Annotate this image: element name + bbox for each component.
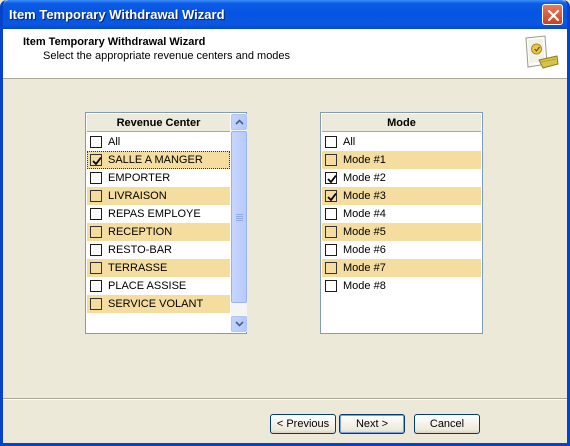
revenue-center-item-label: LIVRAISON	[108, 190, 167, 202]
mode-list-item[interactable]: Mode #4	[322, 205, 481, 223]
mode-list-item[interactable]: Mode #2	[322, 169, 481, 187]
revenue-center-item-label: RESTO-BAR	[108, 244, 172, 256]
revenue-center-list-item[interactable]: All	[87, 133, 230, 151]
mode-item-label: Mode #3	[343, 190, 386, 202]
mode-item-label: Mode #5	[343, 226, 386, 238]
mode-item-label: Mode #2	[343, 172, 386, 184]
title-bar[interactable]: Item Temporary Withdrawal Wizard	[3, 0, 567, 29]
revenue-center-list-item[interactable]: REPAS EMPLOYE	[87, 205, 230, 223]
chevron-down-icon	[235, 321, 244, 327]
revenue-center-list-item[interactable]: RECEPTION	[87, 223, 230, 241]
mode-checkbox[interactable]	[325, 172, 337, 184]
mode-list[interactable]: Mode All Mode #1 Mode #2 Mode #3 Mode #4 Mode…	[320, 112, 483, 334]
mode-checkbox[interactable]	[325, 244, 337, 256]
revenue-center-checkbox[interactable]	[90, 208, 102, 220]
revenue-center-item-label: RECEPTION	[108, 226, 173, 238]
revenue-center-item-label: All	[108, 136, 121, 148]
mode-item-label: Mode #1	[343, 154, 386, 166]
mode-checkbox[interactable]	[325, 262, 337, 274]
mode-item-label: All	[343, 136, 356, 148]
mode-item-label: Mode #7	[343, 262, 386, 274]
mode-list-item[interactable]: Mode #1	[322, 151, 481, 169]
close-button[interactable]	[542, 4, 563, 25]
mode-header[interactable]: Mode	[322, 114, 481, 132]
check-icon	[92, 156, 102, 166]
revenue-center-list[interactable]: Revenue Center All SALLE A MANGER EMPORTER…	[85, 112, 247, 334]
revenue-center-checkbox[interactable]	[90, 262, 102, 274]
check-icon	[327, 192, 337, 202]
cancel-button[interactable]: Cancel	[414, 414, 480, 434]
revenue-center-item-label: SALLE A MANGER	[108, 154, 203, 166]
mode-rows: All Mode #1 Mode #2 Mode #3 Mode #4 Mode #5 Mo…	[322, 133, 481, 333]
mode-item-label: Mode #4	[343, 208, 386, 220]
page-title: Item Temporary Withdrawal Wizard	[23, 36, 206, 48]
chevron-up-icon	[235, 119, 244, 125]
close-icon	[547, 9, 560, 22]
next-button[interactable]: Next >	[339, 414, 405, 434]
revenue-center-checkbox[interactable]	[90, 172, 102, 184]
revenue-center-checkbox[interactable]	[90, 154, 102, 166]
mode-list-item[interactable]: Mode #7	[322, 259, 481, 277]
scroll-down-button[interactable]	[231, 316, 247, 332]
revenue-center-item-label: REPAS EMPLOYE	[108, 208, 201, 220]
page-subtitle: Select the appropriate revenue centers a…	[43, 50, 291, 62]
revenue-center-checkbox[interactable]	[90, 136, 102, 148]
revenue-center-checkbox[interactable]	[90, 298, 102, 310]
mode-list-item[interactable]: All	[322, 133, 481, 151]
previous-button[interactable]: < Previous	[270, 414, 336, 434]
mode-checkbox[interactable]	[325, 208, 337, 220]
revenue-center-header[interactable]: Revenue Center	[87, 114, 230, 132]
revenue-center-list-item[interactable]: SALLE A MANGER	[87, 151, 230, 169]
window-title: Item Temporary Withdrawal Wizard	[9, 7, 225, 22]
mode-item-label: Mode #8	[343, 280, 386, 292]
revenue-center-item-label: EMPORTER	[108, 172, 171, 184]
revenue-center-checkbox[interactable]	[90, 190, 102, 202]
mode-list-item[interactable]: Mode #8	[322, 277, 481, 295]
revenue-center-item-label: TERRASSE	[108, 262, 168, 274]
revenue-center-item-label: SERVICE VOLANT	[108, 298, 204, 310]
scroll-up-button[interactable]	[231, 114, 247, 130]
mode-list-item[interactable]: Mode #5	[322, 223, 481, 241]
check-icon	[327, 174, 337, 184]
mode-list-item[interactable]: Mode #6	[322, 241, 481, 259]
mode-checkbox[interactable]	[325, 136, 337, 148]
revenue-center-header-label: Revenue Center	[116, 117, 201, 129]
revenue-center-list-item[interactable]: PLACE ASSISE	[87, 277, 230, 295]
mode-header-label: Mode	[387, 117, 416, 129]
wizard-header: Item Temporary Withdrawal Wizard Select …	[3, 29, 567, 79]
mode-checkbox[interactable]	[325, 226, 337, 238]
revenue-center-list-item[interactable]: RESTO-BAR	[87, 241, 230, 259]
scroll-thumb[interactable]	[231, 131, 247, 303]
mode-checkbox[interactable]	[325, 154, 337, 166]
revenue-center-list-item[interactable]: LIVRAISON	[87, 187, 230, 205]
revenue-center-item-label: PLACE ASSISE	[108, 280, 187, 292]
revenue-center-list-item[interactable]: EMPORTER	[87, 169, 230, 187]
mode-checkbox[interactable]	[325, 280, 337, 292]
mode-item-label: Mode #6	[343, 244, 386, 256]
revenue-center-checkbox[interactable]	[90, 244, 102, 256]
wizard-window: Item Temporary Withdrawal Wizard Item Te…	[0, 0, 570, 446]
revenue-center-rows: All SALLE A MANGER EMPORTER LIVRAISON REPAS …	[87, 133, 230, 333]
revenue-center-scrollbar[interactable]	[231, 114, 247, 332]
mode-checkbox[interactable]	[325, 190, 337, 202]
revenue-center-list-item[interactable]: TERRASSE	[87, 259, 230, 277]
revenue-center-list-item[interactable]: SERVICE VOLANT	[87, 295, 230, 313]
wizard-document-icon	[523, 34, 559, 75]
footer-divider	[3, 398, 567, 400]
mode-list-item[interactable]: Mode #3	[322, 187, 481, 205]
revenue-center-checkbox[interactable]	[90, 280, 102, 292]
revenue-center-checkbox[interactable]	[90, 226, 102, 238]
